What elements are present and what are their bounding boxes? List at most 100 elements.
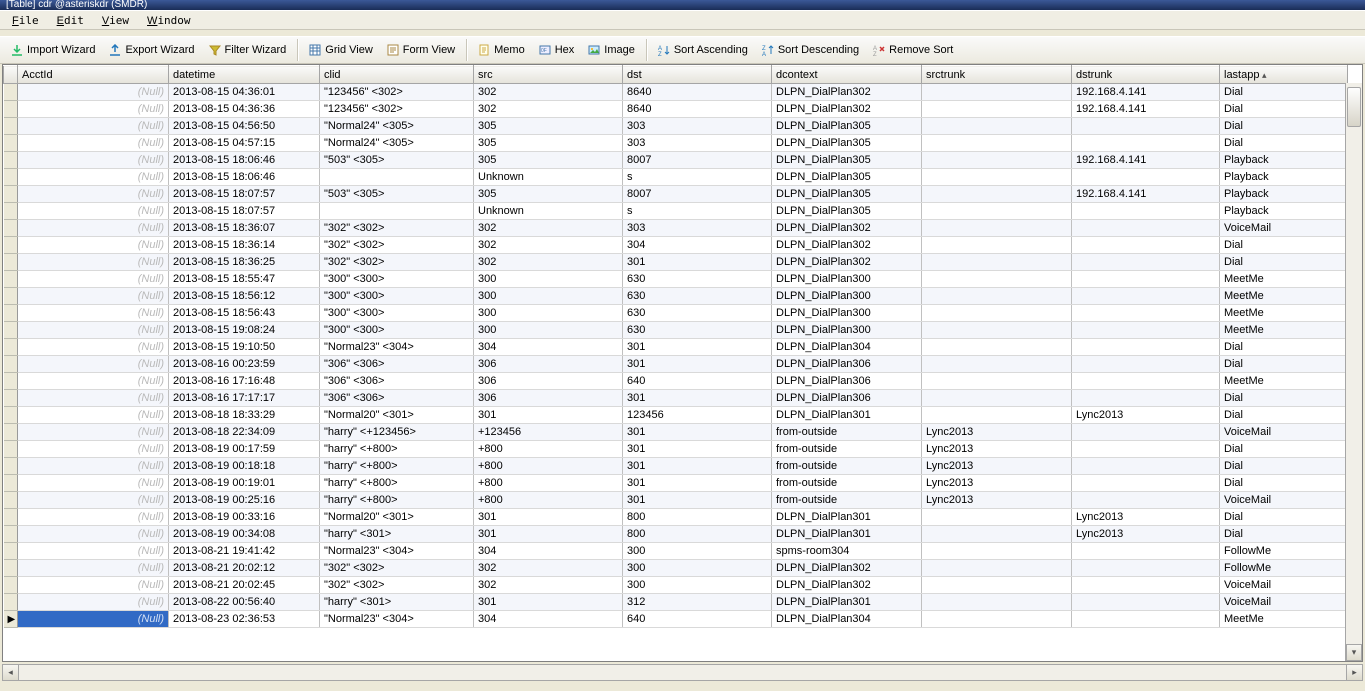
cell-srctrunk[interactable] — [922, 84, 1072, 101]
cell-acctid[interactable]: (Null) — [18, 611, 169, 628]
cell-srctrunk[interactable] — [922, 322, 1072, 339]
cell-src[interactable]: 304 — [474, 543, 623, 560]
import-wizard-button[interactable]: Import Wizard — [4, 41, 102, 59]
cell-lastapp[interactable]: Dial — [1220, 475, 1348, 492]
cell-dcontext[interactable]: DLPN_DialPlan301 — [772, 407, 922, 424]
col-datetime[interactable]: datetime — [169, 66, 320, 84]
table-row[interactable]: (Null)2013-08-19 00:33:16"Normal20" <301… — [4, 509, 1348, 526]
row-indicator[interactable] — [4, 577, 18, 594]
table-row[interactable]: (Null)2013-08-15 18:06:46"503" <305>3058… — [4, 152, 1348, 169]
cell-dcontext[interactable]: from-outside — [772, 424, 922, 441]
cell-srctrunk[interactable] — [922, 526, 1072, 543]
cell-src[interactable]: 301 — [474, 594, 623, 611]
table-row[interactable]: (Null)2013-08-19 00:19:01"harry" <+800>+… — [4, 475, 1348, 492]
cell-clid[interactable]: "300" <300> — [320, 271, 474, 288]
cell-clid[interactable]: "306" <306> — [320, 373, 474, 390]
cell-dcontext[interactable]: DLPN_DialPlan302 — [772, 101, 922, 118]
cell-dst[interactable]: 8640 — [623, 101, 772, 118]
cell-dcontext[interactable]: DLPN_DialPlan301 — [772, 526, 922, 543]
cell-dst[interactable]: 301 — [623, 254, 772, 271]
cell-dst[interactable]: 123456 — [623, 407, 772, 424]
cell-src[interactable]: 302 — [474, 84, 623, 101]
cell-srctrunk[interactable]: Lync2013 — [922, 424, 1072, 441]
cell-lastapp[interactable]: Dial — [1220, 407, 1348, 424]
cell-acctid[interactable]: (Null) — [18, 441, 169, 458]
cell-lastapp[interactable]: Dial — [1220, 441, 1348, 458]
menu-file[interactable]: File — [4, 12, 47, 29]
cell-datetime[interactable]: 2013-08-15 18:06:46 — [169, 169, 320, 186]
row-indicator[interactable] — [4, 594, 18, 611]
cell-src[interactable]: +123456 — [474, 424, 623, 441]
row-indicator[interactable] — [4, 186, 18, 203]
cell-dcontext[interactable]: from-outside — [772, 441, 922, 458]
row-indicator[interactable] — [4, 458, 18, 475]
cell-srctrunk[interactable] — [922, 271, 1072, 288]
cell-lastapp[interactable]: Dial — [1220, 237, 1348, 254]
cell-lastapp[interactable]: Playback — [1220, 186, 1348, 203]
scroll-down-button[interactable]: ▾ — [1346, 644, 1362, 661]
table-row[interactable]: (Null)2013-08-15 04:56:50"Normal24" <305… — [4, 118, 1348, 135]
cell-dsttrunk[interactable]: 192.168.4.141 — [1072, 186, 1220, 203]
cell-dst[interactable]: 301 — [623, 492, 772, 509]
cell-src[interactable]: Unknown — [474, 169, 623, 186]
cell-acctid[interactable]: (Null) — [18, 135, 169, 152]
cell-src[interactable]: 300 — [474, 271, 623, 288]
cell-acctid[interactable]: (Null) — [18, 254, 169, 271]
row-indicator[interactable] — [4, 424, 18, 441]
cell-dsttrunk[interactable]: Lync2013 — [1072, 509, 1220, 526]
cell-lastapp[interactable]: MeetMe — [1220, 373, 1348, 390]
table-row[interactable]: (Null)2013-08-19 00:18:18"harry" <+800>+… — [4, 458, 1348, 475]
cell-srctrunk[interactable] — [922, 220, 1072, 237]
table-row[interactable]: (Null)2013-08-16 00:23:59"306" <306>3063… — [4, 356, 1348, 373]
cell-dsttrunk[interactable] — [1072, 458, 1220, 475]
cell-acctid[interactable]: (Null) — [18, 492, 169, 509]
cell-clid[interactable]: "Normal20" <301> — [320, 407, 474, 424]
cell-dcontext[interactable]: DLPN_DialPlan300 — [772, 271, 922, 288]
cell-lastapp[interactable]: Dial — [1220, 509, 1348, 526]
row-indicator[interactable] — [4, 356, 18, 373]
cell-src[interactable]: 305 — [474, 152, 623, 169]
cell-dst[interactable]: 301 — [623, 441, 772, 458]
table-row[interactable]: (Null)2013-08-15 18:36:14"302" <302>3023… — [4, 237, 1348, 254]
cell-srctrunk[interactable] — [922, 254, 1072, 271]
cell-acctid[interactable]: (Null) — [18, 84, 169, 101]
cell-clid[interactable]: "harry" <+123456> — [320, 424, 474, 441]
cell-clid[interactable]: "Normal23" <304> — [320, 611, 474, 628]
cell-dsttrunk[interactable] — [1072, 594, 1220, 611]
cell-datetime[interactable]: 2013-08-16 17:17:17 — [169, 390, 320, 407]
cell-dsttrunk[interactable] — [1072, 254, 1220, 271]
cell-dcontext[interactable]: DLPN_DialPlan304 — [772, 611, 922, 628]
cell-src[interactable]: 305 — [474, 186, 623, 203]
cell-dsttrunk[interactable] — [1072, 560, 1220, 577]
cell-clid[interactable]: "Normal23" <304> — [320, 339, 474, 356]
table-row[interactable]: (Null)2013-08-15 04:36:01"123456" <302>3… — [4, 84, 1348, 101]
cell-clid[interactable]: "harry" <301> — [320, 526, 474, 543]
scroll-thumb[interactable] — [1347, 87, 1361, 127]
cell-acctid[interactable]: (Null) — [18, 407, 169, 424]
cell-src[interactable]: 302 — [474, 577, 623, 594]
cell-clid[interactable]: "300" <300> — [320, 305, 474, 322]
table-row[interactable]: (Null)2013-08-16 17:16:48"306" <306>3066… — [4, 373, 1348, 390]
cell-src[interactable]: 301 — [474, 526, 623, 543]
table-row[interactable]: (Null)2013-08-21 20:02:12"302" <302>3023… — [4, 560, 1348, 577]
cell-dsttrunk[interactable]: Lync2013 — [1072, 407, 1220, 424]
table-row[interactable]: (Null)2013-08-15 18:56:43"300" <300>3006… — [4, 305, 1348, 322]
hex-button[interactable]: 0F Hex — [532, 41, 582, 59]
cell-dcontext[interactable]: DLPN_DialPlan306 — [772, 356, 922, 373]
menu-edit[interactable]: Edit — [49, 12, 92, 29]
row-indicator-header[interactable] — [4, 66, 18, 84]
cell-dcontext[interactable]: DLPN_DialPlan305 — [772, 169, 922, 186]
table-row[interactable]: (Null)2013-08-21 19:41:42"Normal23" <304… — [4, 543, 1348, 560]
cell-dcontext[interactable]: DLPN_DialPlan306 — [772, 373, 922, 390]
cell-dst[interactable]: 630 — [623, 288, 772, 305]
row-indicator[interactable] — [4, 118, 18, 135]
cell-lastapp[interactable]: VoiceMail — [1220, 424, 1348, 441]
cell-srctrunk[interactable] — [922, 186, 1072, 203]
cell-src[interactable]: 302 — [474, 560, 623, 577]
table-row[interactable]: (Null)2013-08-15 18:56:12"300" <300>3006… — [4, 288, 1348, 305]
cell-acctid[interactable]: (Null) — [18, 373, 169, 390]
row-indicator[interactable] — [4, 492, 18, 509]
cell-datetime[interactable]: 2013-08-16 17:16:48 — [169, 373, 320, 390]
cell-clid[interactable]: "Normal23" <304> — [320, 543, 474, 560]
cell-lastapp[interactable]: MeetMe — [1220, 288, 1348, 305]
